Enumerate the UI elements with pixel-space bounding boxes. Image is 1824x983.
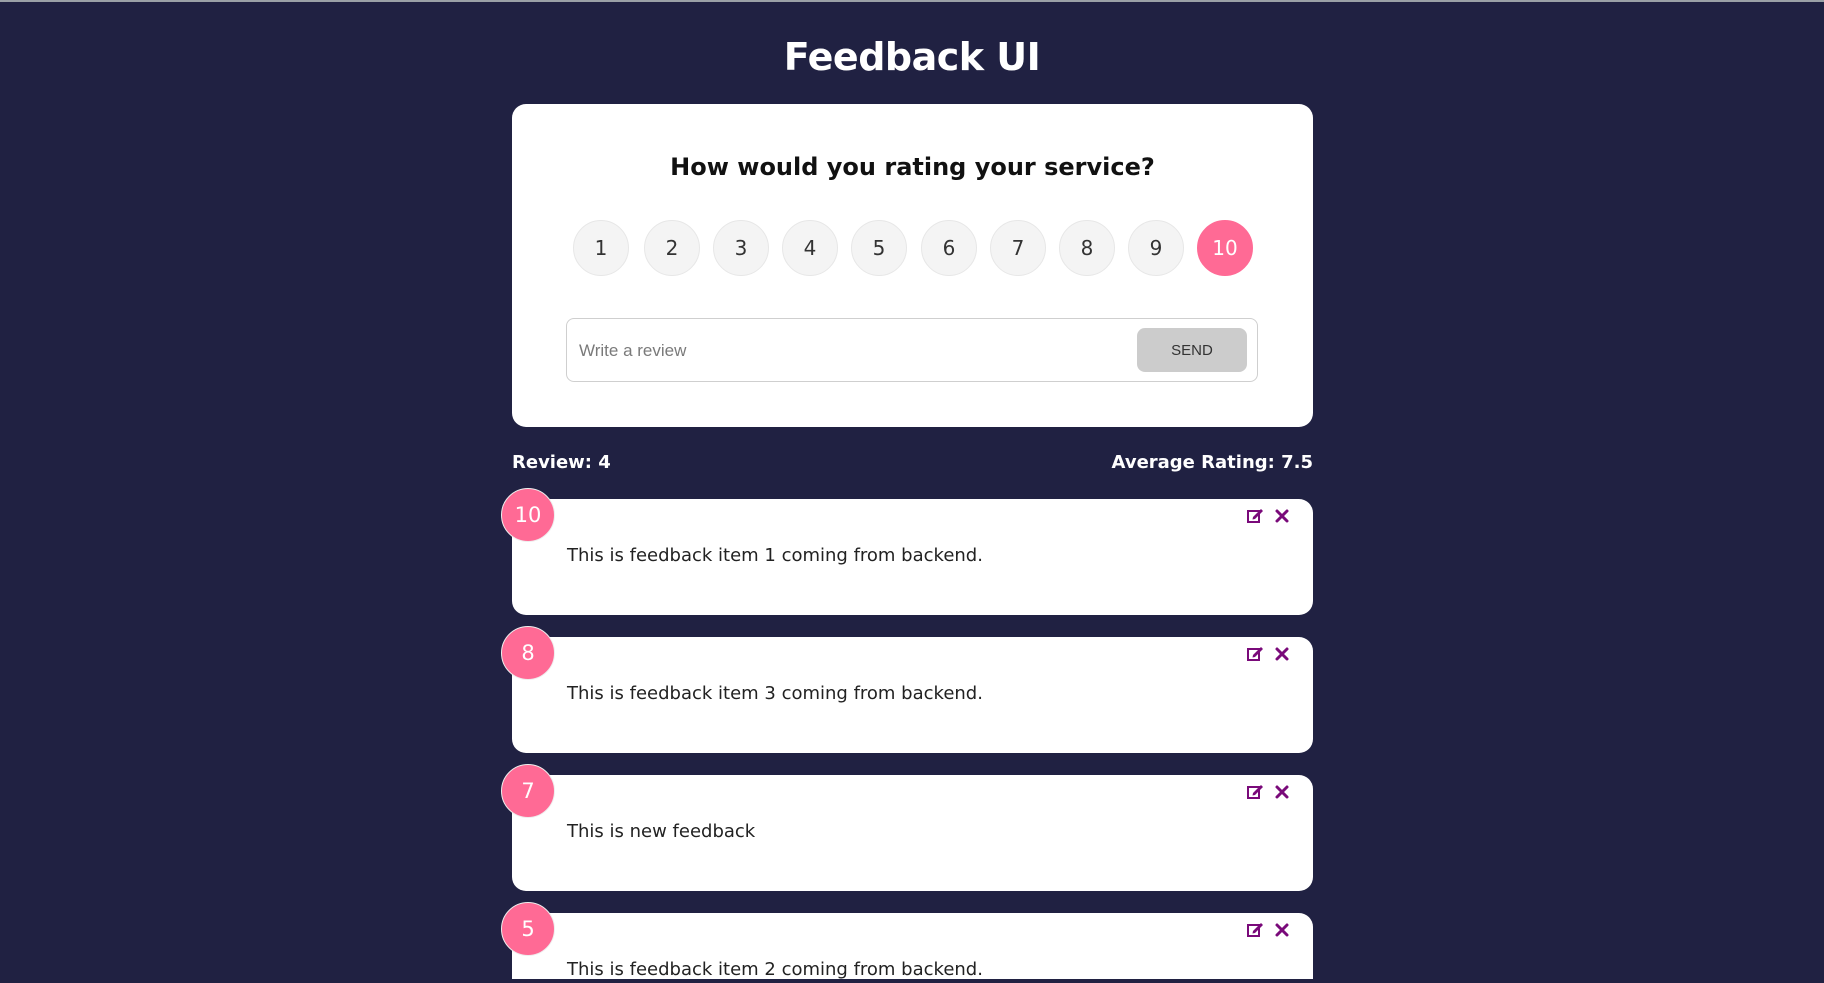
feedback-rating-badge: 5: [501, 902, 555, 956]
edit-icon[interactable]: [1246, 783, 1264, 801]
feedback-rating-badge: 7: [501, 764, 555, 818]
rating-option-8[interactable]: 8: [1059, 220, 1115, 276]
feedback-text: This is feedback item 2 coming from back…: [567, 959, 983, 980]
close-icon[interactable]: [1273, 921, 1291, 939]
close-icon[interactable]: [1273, 783, 1291, 801]
review-count: Review: 4: [512, 452, 611, 473]
rating-option-9[interactable]: 9: [1128, 220, 1184, 276]
window-top-border: [0, 0, 1824, 2]
rating-card: How would you rating your service? 1 2 3…: [512, 104, 1313, 427]
page-title: Feedback UI: [783, 35, 1041, 80]
review-form: SEND: [566, 318, 1258, 382]
feedback-actions: [1242, 645, 1291, 663]
feedback-actions: [1242, 507, 1291, 525]
edit-icon[interactable]: [1246, 921, 1264, 939]
rating-option-4[interactable]: 4: [782, 220, 838, 276]
feedback-actions: [1242, 921, 1291, 939]
feedback-rating-badge: 10: [501, 488, 555, 542]
rating-option-10[interactable]: 10: [1197, 220, 1253, 276]
feedback-item: 10 This is feedback item 1 coming from b…: [501, 488, 1313, 615]
feedback-actions: [1242, 783, 1291, 801]
close-icon[interactable]: [1273, 645, 1291, 663]
feedback-item: 5 This is feedback item 2 coming from ba…: [501, 902, 1313, 980]
review-input[interactable]: [577, 327, 1121, 375]
feedback-rating-badge: 8: [501, 626, 555, 680]
rating-option-3[interactable]: 3: [713, 220, 769, 276]
feedback-text: This is feedback item 1 coming from back…: [567, 545, 983, 566]
close-icon[interactable]: [1273, 507, 1291, 525]
rating-question: How would you rating your service?: [670, 153, 1155, 181]
send-button[interactable]: SEND: [1137, 328, 1247, 372]
edit-icon[interactable]: [1246, 645, 1264, 663]
rating-option-2[interactable]: 2: [644, 220, 700, 276]
feedback-text: This is new feedback: [567, 821, 756, 842]
average-rating: Average Rating: 7.5: [1111, 452, 1313, 473]
feedback-item: 8 This is feedback item 3 coming from ba…: [501, 626, 1313, 753]
feedback-item: 7 This is new feedback: [501, 764, 1313, 891]
edit-icon[interactable]: [1246, 507, 1264, 525]
rating-option-1[interactable]: 1: [573, 220, 629, 276]
rating-option-5[interactable]: 5: [851, 220, 907, 276]
feedback-text: This is feedback item 3 coming from back…: [567, 683, 983, 704]
rating-option-6[interactable]: 6: [921, 220, 977, 276]
rating-option-7[interactable]: 7: [990, 220, 1046, 276]
